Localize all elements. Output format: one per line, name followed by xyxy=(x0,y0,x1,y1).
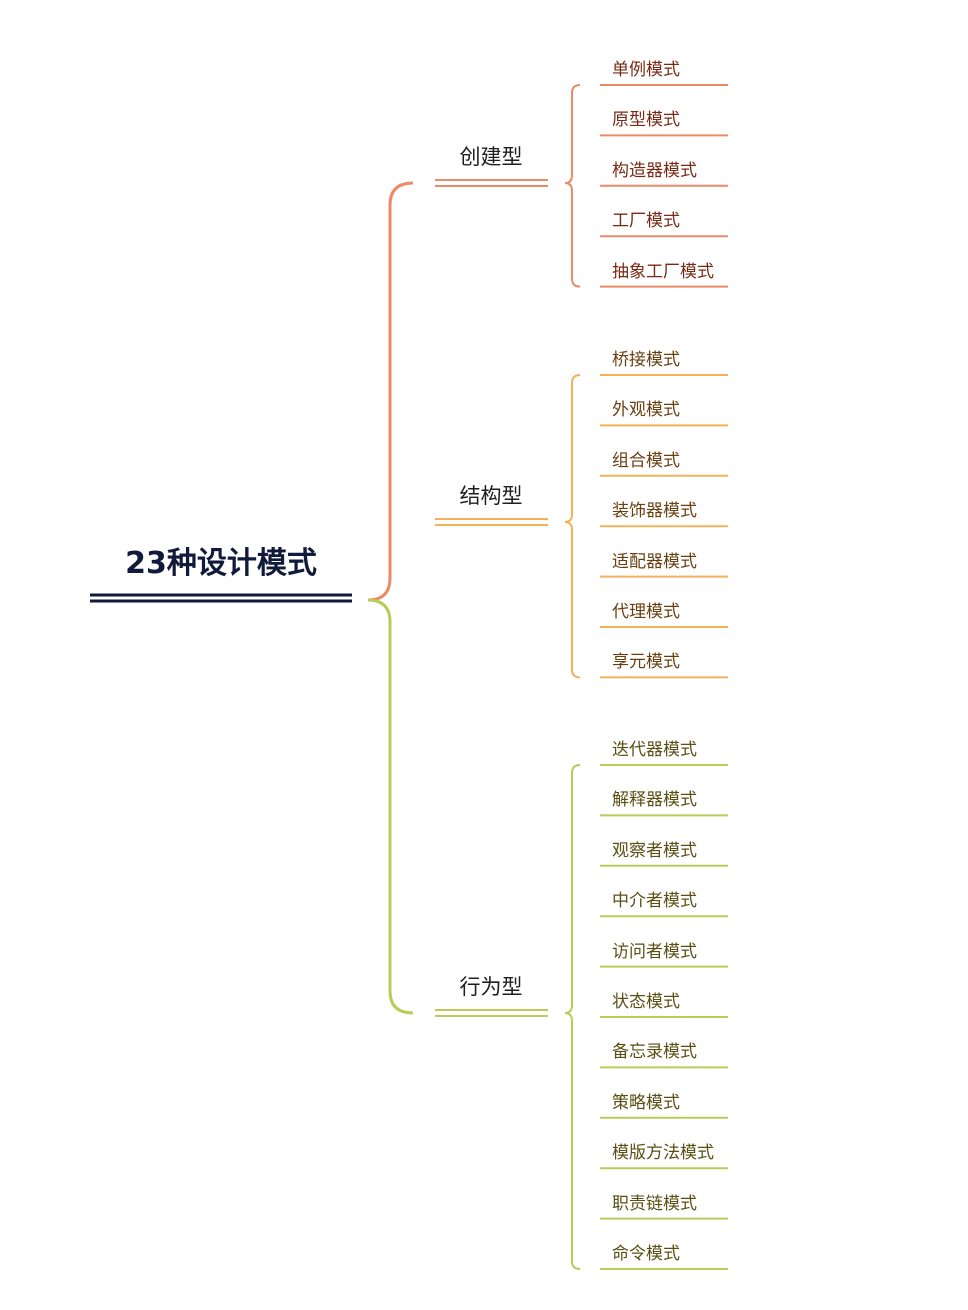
pattern-item: 单例模式 xyxy=(612,60,680,80)
pattern-item: 中介者模式 xyxy=(612,891,697,912)
leaf-bracket xyxy=(564,764,581,1270)
pattern-item: 访问者模式 xyxy=(612,941,697,962)
pattern-item: 观察者模式 xyxy=(612,840,697,861)
category-structural: 结构型 xyxy=(459,484,523,508)
pattern-item: 构造器模式 xyxy=(612,160,697,181)
main-connector-lower xyxy=(367,598,414,1015)
pattern-item: 策略模式 xyxy=(612,1092,680,1113)
pattern-item: 原型模式 xyxy=(612,110,680,131)
root-title: 23种设计模式 xyxy=(125,546,317,581)
pattern-item: 备忘录模式 xyxy=(612,1042,697,1063)
pattern-item: 状态模式 xyxy=(612,992,680,1012)
pattern-item: 装饰器模式 xyxy=(612,501,697,522)
leaf-bracket xyxy=(564,374,581,679)
pattern-item: 外观模式 xyxy=(612,400,680,421)
main-connector-upper xyxy=(367,181,414,602)
pattern-item: 享元模式 xyxy=(612,652,680,673)
pattern-item: 解释器模式 xyxy=(612,790,697,811)
pattern-item: 职责链模式 xyxy=(612,1193,697,1214)
category-behavioral: 行为型 xyxy=(459,975,523,999)
pattern-item: 模版方法模式 xyxy=(612,1143,714,1164)
category-creational: 创建型 xyxy=(459,145,523,169)
mindmap-connectors xyxy=(90,84,728,1270)
pattern-item: 组合模式 xyxy=(612,450,680,471)
pattern-item: 工厂模式 xyxy=(612,211,680,232)
pattern-item: 桥接模式 xyxy=(612,350,680,370)
pattern-item: 迭代器模式 xyxy=(612,740,697,760)
leaf-bracket xyxy=(564,84,581,288)
pattern-item: 代理模式 xyxy=(612,602,680,622)
pattern-item: 适配器模式 xyxy=(612,551,697,572)
pattern-item: 命令模式 xyxy=(612,1244,680,1264)
pattern-item: 抽象工厂模式 xyxy=(612,261,714,282)
